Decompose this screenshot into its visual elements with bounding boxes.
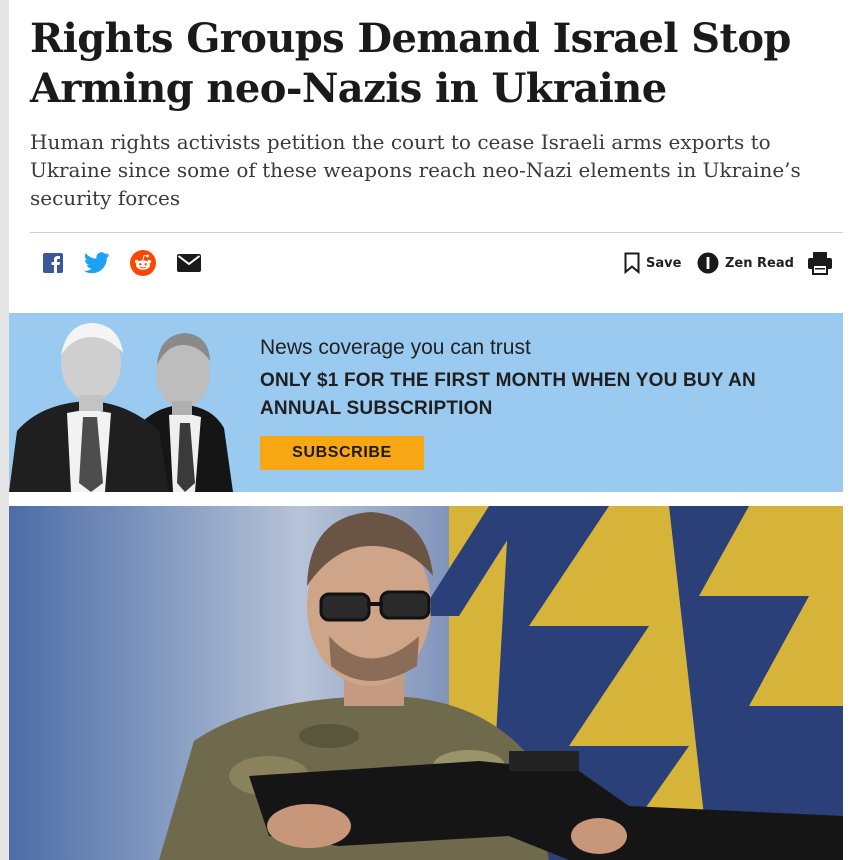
article-subheadline: Human rights activists petition the cour…	[30, 130, 801, 210]
subscription-promo-banner: News coverage you can trust ONLY $1 FOR …	[9, 313, 843, 492]
share-toolbar: Save Zen Read	[30, 244, 843, 282]
email-icon	[177, 254, 201, 272]
article-lead-photo	[9, 506, 843, 860]
reddit-icon	[130, 250, 156, 276]
save-label: Save	[646, 255, 682, 271]
zen-read-label: Zen Read	[725, 255, 794, 271]
email-share-button[interactable]	[176, 250, 202, 276]
article-headline: Rights Groups Demand Israel Stop Arming …	[30, 15, 791, 112]
reddit-share-button[interactable]	[130, 250, 156, 276]
twitter-share-button[interactable]	[84, 250, 110, 276]
left-rail	[0, 0, 9, 860]
divider	[30, 232, 843, 233]
facebook-share-button[interactable]	[40, 250, 66, 276]
bookmark-icon	[624, 252, 640, 274]
soldier-with-rifle-image	[9, 506, 843, 860]
promo-tagline: News coverage you can trust	[260, 336, 531, 359]
zen-read-button[interactable]: Zen Read	[697, 250, 794, 276]
zen-read-icon	[697, 252, 719, 274]
print-button[interactable]	[807, 250, 833, 276]
print-icon	[808, 252, 832, 275]
save-button[interactable]: Save	[624, 250, 681, 276]
subscribe-button[interactable]: SUBSCRIBE	[260, 436, 424, 470]
promo-text: News coverage you can trust ONLY $1 FOR …	[260, 335, 820, 423]
promo-offer: ONLY $1 FOR THE FIRST MONTH WHEN YOU BUY…	[260, 370, 756, 419]
twitter-icon	[84, 252, 110, 274]
facebook-icon	[43, 253, 63, 273]
promo-leaders-photo	[9, 313, 239, 492]
